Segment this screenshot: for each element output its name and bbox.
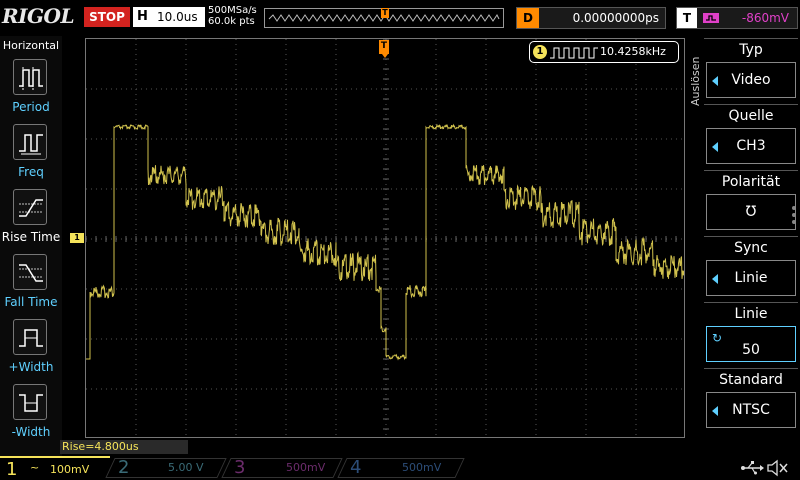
usb-icon: [741, 461, 764, 475]
measure-rise-time-button[interactable]: Rise Time: [0, 186, 62, 250]
counter-frequency: 10.4258kHz: [600, 45, 666, 58]
trigger-standard-value: NTSC: [732, 402, 770, 418]
menu-header: Typ: [704, 38, 798, 60]
ch2-number: 2: [118, 457, 130, 478]
fall-time-icon: [13, 254, 47, 290]
video-trigger-icon: [703, 13, 719, 23]
trigger-type-menu[interactable]: Typ Video: [704, 38, 798, 102]
ch1-scale: 100mV: [50, 463, 90, 476]
top-bar: RIGOL STOP H 10.0us 500MSa/s 60.0k pts T…: [0, 0, 800, 36]
trigger-label: T: [677, 8, 697, 28]
menu-header: Linie: [704, 302, 798, 324]
trigger-line-menu[interactable]: Linie ↻ 50: [704, 302, 798, 366]
menu-page-dots: [792, 206, 798, 227]
trigger-level: -860mV: [741, 11, 789, 25]
measure-fall-time-button[interactable]: Fall Time: [0, 251, 62, 315]
fall-time-label: Fall Time: [4, 295, 58, 309]
ch1-offset-marker[interactable]: 1: [70, 233, 84, 243]
freq-label: Freq: [18, 165, 44, 179]
waveform-display[interactable]: [85, 38, 685, 438]
trigger-position-marker: T: [381, 8, 389, 18]
menu-header: Quelle: [704, 104, 798, 126]
pos-width-label: +Width: [8, 360, 54, 374]
trigger-time-pointer: [382, 54, 388, 58]
mute-icon[interactable]: [766, 458, 788, 478]
delay-box[interactable]: D 0.00000000ps: [516, 7, 666, 29]
sidebar-title: Horizontal: [2, 39, 60, 52]
rise-time-label: Rise Time: [1, 230, 61, 244]
measure-freq-button[interactable]: Freq: [0, 121, 62, 185]
ch4-number: 4: [350, 457, 362, 478]
trigger-line-value: 50: [742, 342, 760, 358]
trigger-polarity-select[interactable]: Ʊ: [706, 194, 796, 230]
freq-icon: [13, 124, 47, 160]
ac-coupling-icon: ~: [30, 461, 40, 474]
memory-depth: 60.0k pts: [208, 16, 255, 27]
ch1-number: 1: [6, 459, 18, 480]
ch3-setting[interactable]: 3 500mV: [228, 456, 338, 480]
square-wave-icon: [550, 47, 598, 59]
sample-info: 500MSa/s 60.0k pts: [208, 5, 257, 27]
trigger-line-input[interactable]: ↻ 50: [706, 326, 796, 362]
trigger-type-value: Video: [731, 72, 771, 88]
timebase-label: H: [137, 9, 148, 24]
channel-bar: 1 ~ 100mV 2 5.00 V 3 500mV 4 500mV: [0, 456, 800, 480]
ch2-setting[interactable]: 2 5.00 V: [112, 456, 222, 480]
logo: RIGOL: [2, 4, 75, 28]
trigger-type-select[interactable]: Video: [706, 62, 796, 98]
ch1-trace: [86, 123, 684, 361]
trigger-source-value: CH3: [736, 138, 766, 154]
neg-width-label: -Width: [11, 425, 51, 439]
trigger-source-menu[interactable]: Quelle CH3: [704, 104, 798, 168]
ch3-number: 3: [234, 457, 246, 478]
delay-label: D: [517, 8, 539, 28]
trigger-standard-menu[interactable]: Standard NTSC: [704, 368, 798, 432]
measure-sidebar: Horizontal Period Freq Rise Time Fall Ti…: [0, 36, 62, 456]
ch4-setting[interactable]: 4 500mV: [344, 456, 460, 480]
trigger-sync-value: Linie: [734, 270, 768, 286]
measure-period-button[interactable]: Period: [0, 56, 62, 120]
memory-position-bar[interactable]: T: [264, 8, 504, 28]
rise-time-icon: [13, 189, 47, 225]
ch1-setting[interactable]: 1 ~ 100mV: [0, 456, 110, 480]
ch2-scale: 5.00 V: [168, 461, 204, 474]
timebase-value: 10.0us: [157, 10, 198, 24]
sample-rate: 500MSa/s: [208, 5, 257, 16]
negative-polarity-icon: Ʊ: [745, 204, 757, 220]
trigger-sync-menu[interactable]: Sync Linie: [704, 236, 798, 300]
trigger-box[interactable]: T -860mV: [676, 7, 798, 29]
menu-vertical-title: Auslösen: [689, 56, 702, 106]
period-label: Period: [12, 100, 50, 114]
ch3-scale: 500mV: [286, 461, 326, 474]
pos-width-icon: [13, 319, 47, 355]
trigger-standard-select[interactable]: NTSC: [706, 392, 796, 428]
trigger-polarity-menu[interactable]: Polarität Ʊ: [704, 170, 798, 234]
menu-header: Standard: [704, 368, 798, 390]
menu-header: Sync: [704, 236, 798, 258]
period-icon: [13, 59, 47, 95]
menu-header: Polarität: [704, 170, 798, 192]
horizontal-timebase[interactable]: H 10.0us: [133, 7, 205, 27]
ch1-waveform: [86, 123, 684, 361]
rise-time-measurement: Rise=4.800us: [60, 440, 188, 454]
frequency-counter: 1 10.4258kHz: [529, 41, 679, 63]
ch4-scale: 500mV: [402, 461, 442, 474]
measure-neg-width-button[interactable]: -Width: [0, 381, 62, 445]
neg-width-icon: [13, 384, 47, 420]
trigger-time-marker[interactable]: T: [379, 40, 389, 54]
measure-pos-width-button[interactable]: +Width: [0, 316, 62, 380]
delay-value: 0.00000000ps: [572, 11, 659, 25]
trigger-sync-select[interactable]: Linie: [706, 260, 796, 296]
trigger-source-select[interactable]: CH3: [706, 128, 796, 164]
trigger-menu: Auslösen Typ Video Quelle CH3 Polarität …: [686, 36, 800, 456]
run-stop-status[interactable]: STOP: [84, 7, 130, 27]
counter-channel: 1: [533, 45, 547, 59]
